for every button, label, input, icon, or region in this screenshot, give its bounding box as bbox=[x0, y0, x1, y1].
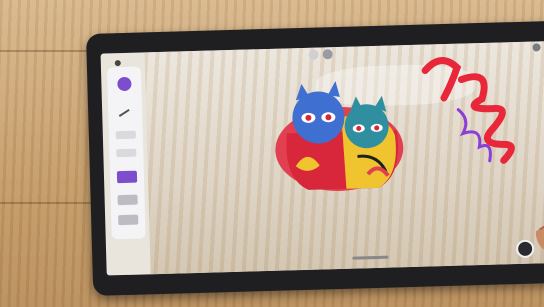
cat-sculpture bbox=[275, 81, 404, 191]
color-picker-button[interactable] bbox=[117, 76, 132, 92]
tablet-device bbox=[86, 20, 544, 296]
active-brush-button[interactable] bbox=[116, 170, 138, 184]
sketch-toolbar bbox=[106, 66, 146, 240]
marker-tool-button[interactable] bbox=[116, 148, 137, 158]
cat-ear bbox=[350, 96, 363, 111]
finger bbox=[535, 198, 544, 252]
eraser-tool-button[interactable] bbox=[117, 194, 138, 206]
undo-icon[interactable] bbox=[115, 103, 135, 117]
ar-drawing-strokes bbox=[421, 57, 515, 164]
hand-skin bbox=[535, 198, 544, 252]
photo-scene bbox=[0, 0, 544, 307]
red-stroke bbox=[457, 73, 515, 164]
pen-tool-button[interactable] bbox=[115, 130, 136, 140]
cat-ear bbox=[295, 84, 310, 101]
eraser-tool-button[interactable] bbox=[118, 214, 139, 226]
tablet-screen bbox=[100, 40, 544, 276]
red-stroke bbox=[421, 57, 462, 102]
cat-ear bbox=[327, 81, 340, 97]
ar-camera-view[interactable] bbox=[144, 40, 544, 275]
